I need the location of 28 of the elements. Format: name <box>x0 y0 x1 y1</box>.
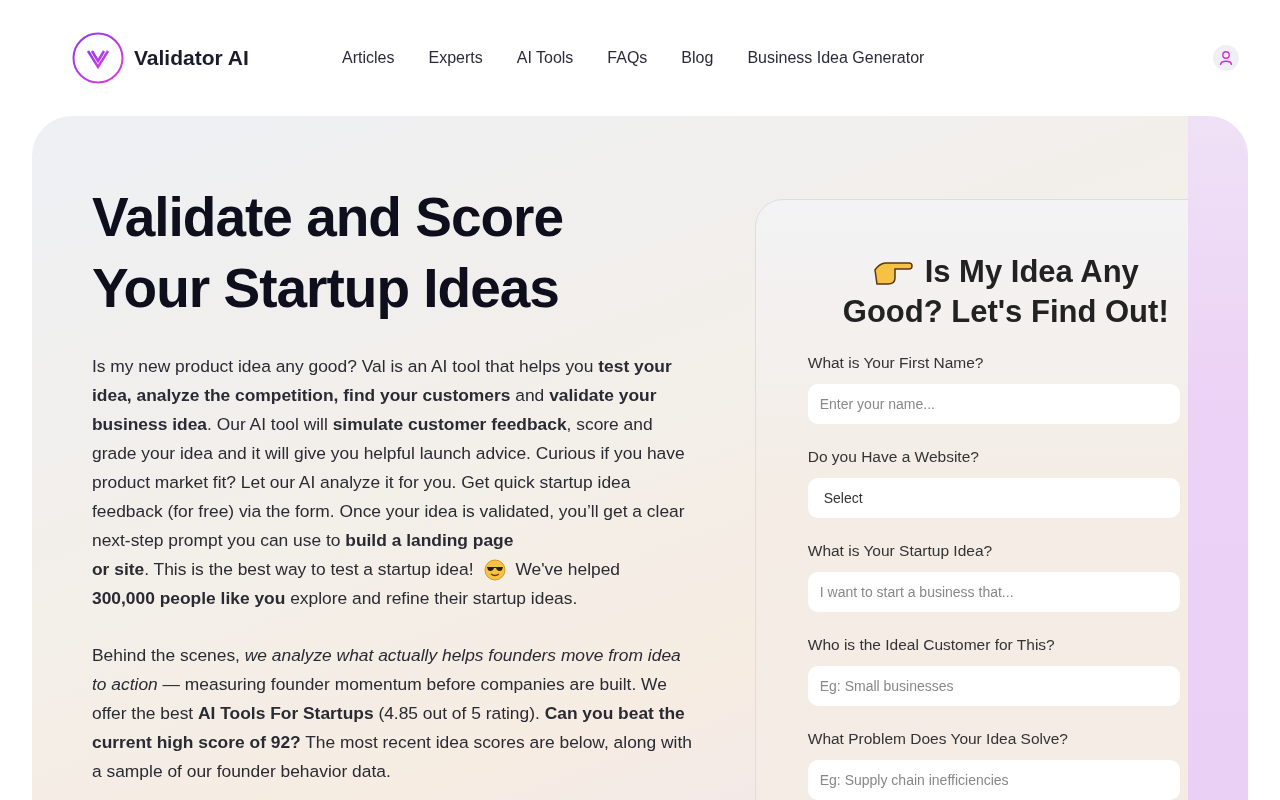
nav-link[interactable]: Articles <box>342 49 395 67</box>
field-label: Who is the Ideal Customer for This? <box>807 636 1056 654</box>
form-heading: Is My Idea Any <box>924 253 1139 291</box>
nav-link[interactable]: FAQs <box>607 49 648 67</box>
intro-text: 300,000 people like you explore and refine their startup ideas. <box>92 587 579 610</box>
user-icon <box>1218 50 1234 66</box>
nav-link[interactable]: AI Tools <box>516 49 574 67</box>
field-label: What Problem Does Your Idea Solve? <box>807 730 1069 748</box>
field-label: What is Your Startup Idea? <box>807 542 994 560</box>
nav-link[interactable]: Business Idea Generator <box>747 49 925 67</box>
select-dropdown[interactable]: Select <box>807 478 1180 518</box>
behind-the-scenes-text: Behind the scenes, we analyze what actually helps founders move from idea to action — measuring founder momentum before companies are built. We offer the best AI Tools For Startups (4.85 out of 5 rating). Can you beat the current high score of 92? The most recent idea scores are below, along with a sample of our founder behavior data. <box>92 644 693 783</box>
field-label: Do you Have a Website? <box>807 448 980 466</box>
logo-text[interactable]: Validator AI <box>134 46 249 70</box>
form-heading: Good? Let's Find Out! <box>842 293 1169 331</box>
user-account-button[interactable] <box>1213 45 1239 71</box>
sunglasses-face-icon <box>483 558 506 581</box>
intro-text: We've helped <box>515 558 621 581</box>
nav-link[interactable]: Blog <box>681 49 714 67</box>
field-label: What is Your First Name? <box>807 354 985 372</box>
text-input-field[interactable]: Enter your name... <box>807 384 1180 424</box>
text-input-field[interactable]: Eg: Small businesses <box>807 666 1180 706</box>
logo-icon[interactable] <box>72 32 124 84</box>
text-input-field[interactable]: I want to start a business that... <box>807 572 1180 612</box>
text-input-field[interactable]: Eg: Supply chain inefficiencies <box>807 760 1180 800</box>
hero-heading: Validate and Score Your Startup Ideas <box>92 185 565 321</box>
intro-text: or site. This is the best way to test a startup idea! <box>92 558 474 581</box>
nav-link[interactable]: Experts <box>428 49 483 67</box>
